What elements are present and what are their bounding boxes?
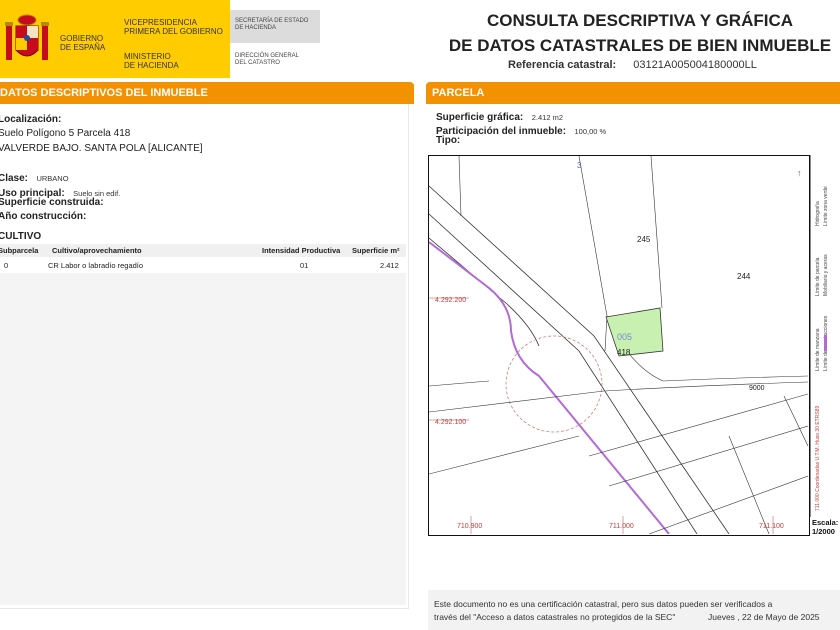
map-legend: 711.000 Coordenadas U.T.M. Huso 30 ETRS8… [809,155,840,517]
cadastral-map: 245 244 005 418 9000 3 4.292.200 4.292.1… [428,155,810,536]
location-label: Localización: [0,114,62,125]
line-h [588,393,809,457]
map-drawing: 245 244 005 418 9000 3 4.292.200 4.292.1… [428,155,809,535]
dir-line-1: DIRECCIÓN GENERAL [235,53,300,59]
north-arrow-icon: ↑ [797,168,802,178]
legend-crs: 711.000 Coordenadas U.T.M. Huso 30 ETRS8… [815,406,821,511]
roundabout [505,335,603,433]
line-m [428,380,490,387]
section-title-descriptive: DATOS DESCRIPTIVOS DEL INMUEBLE [0,87,208,99]
sec-line-2: DE HACIENDA [235,25,277,31]
section-bar-parcel: PARCELA [426,82,840,104]
sec-line-1: SECRETARÍA DE ESTADO [235,18,309,24]
line-g [428,435,580,475]
scale-label: Escala: [812,518,839,527]
line-i [608,425,809,487]
class-value: URBANO [36,174,69,183]
cell-subparcela: 0 [4,261,9,270]
legend-item-5: Límite zona verde [823,186,829,226]
crop-section-label: CULTIVO [0,231,42,242]
legend-drawing: 711.000 Coordenadas U.T.M. Huso 30 ETRS8… [809,155,829,517]
line-l [783,395,809,447]
notice-line-1: Este documento no es una certificación c… [434,599,773,609]
location-line-1: Suelo Polígono 5 Parcela 418 [0,128,131,139]
line-b [578,155,608,352]
direccion-text: DIRECCIÓN GENERAL DEL CATASTRO [235,53,299,67]
type-label: Tipo: [436,135,461,146]
label-3: 3 [577,161,582,170]
cell-intensidad: 01 [300,261,309,270]
col-subparcela: Subparcela [0,246,39,255]
road-edge-left [428,213,698,535]
scale-value: 1/2000 [812,527,835,536]
label-005: 005 [617,332,632,342]
participation-value: 100,00 % [574,127,607,136]
document-date: Jueves , 22 de Mayo de 2025 [708,612,820,622]
coat-of-arms-icon [5,14,49,60]
col-cultivo: Cultivo/aprovechamiento [52,246,142,255]
table-row: 0 CR Labor o labradío regadío 01 2.412 [0,259,406,273]
coord-x-3: 711.100 [759,523,784,530]
section-bar-descriptive: DATOS DESCRIPTIVOS DEL INMUEBLE [0,82,414,104]
legend-item-2: Límite de parcela [815,257,821,296]
table-empty-area [0,273,406,605]
location-line-2: VALVERDE BAJO. SANTA POLA [ALICANTE] [0,143,203,154]
target-parcel [605,307,664,357]
cell-cultivo: CR Labor o labradío regadío [48,261,144,270]
ref-value: 03121A005004180000LL [633,59,757,71]
line-j [648,475,809,535]
legend-item-4: Mobiliario y aceras [823,254,829,296]
section-title-parcel: PARCELA [432,87,485,99]
line-e [604,381,809,392]
participation-row: Participación del inmueble: 100,00 % [436,121,606,139]
line-f [428,390,605,413]
gov-line-1: GOBIERNO [60,34,104,43]
label-244: 244 [737,272,751,281]
built-area-label: Superficie construida: [0,197,104,208]
label-9000: 9000 [749,385,765,392]
title-line-2: DE DATOS CATASTRALES DE BIEN INMUEBLE [448,36,832,55]
dir-line-2: DEL CATASTRO [235,60,280,66]
title-line-1: CONSULTA DESCRIPTIVA Y GRÁFICA [486,11,794,30]
vice-line-2: PRIMERA DEL GOBIERNO [124,27,223,36]
coord-x-2: 711.000 [609,523,634,530]
legend-item-6: Hidrografía [815,201,821,226]
col-superficie: Superficie m² [352,246,400,255]
page-title: CONSULTA DESCRIPTIVA Y GRÁFICA DE DATOS … [420,8,840,58]
vicepresidencia-text: VICEPRESIDENCIA PRIMERA DEL GOBIERNO [124,18,223,36]
secretaria-text: SECRETARÍA DE ESTADO DE HACIENDA [235,18,308,32]
cadastral-reference: Referencia catastral: 03121A005004180000… [508,59,757,71]
road-edge-right [428,185,730,535]
vice-line-1: VICEPRESIDENCIA [124,18,197,27]
build-year-label: Año construcción: [0,211,87,222]
map-scale: Escala: 1/2000 [812,518,838,536]
road-boundary-purple [428,241,670,535]
min-line-1: MINISTERIO [124,52,171,61]
government-name: GOBIERNO DE ESPAÑA [60,34,105,52]
line-c [650,155,663,309]
coord-x-1: 710.900 [457,523,482,530]
crop-table-header: Subparcela Cultivo/aprovechamiento Inten… [0,244,406,257]
col-intensidad: Intensidad Productiva [262,246,341,255]
label-418: 418 [617,348,631,357]
ministerio-text: MINISTERIO DE HACIENDA [124,52,179,70]
line-a [458,155,462,217]
line-k [728,435,770,535]
cell-superficie: 2.412 [380,261,399,270]
legend-item-1: Límite de manzana [815,328,821,371]
label-245: 245 [637,235,651,244]
gov-line-2: DE ESPAÑA [60,43,106,52]
legend-swatch-manzana [824,335,827,351]
min-line-2: DE HACIENDA [124,61,179,70]
ref-label: Referencia catastral: [508,59,617,71]
